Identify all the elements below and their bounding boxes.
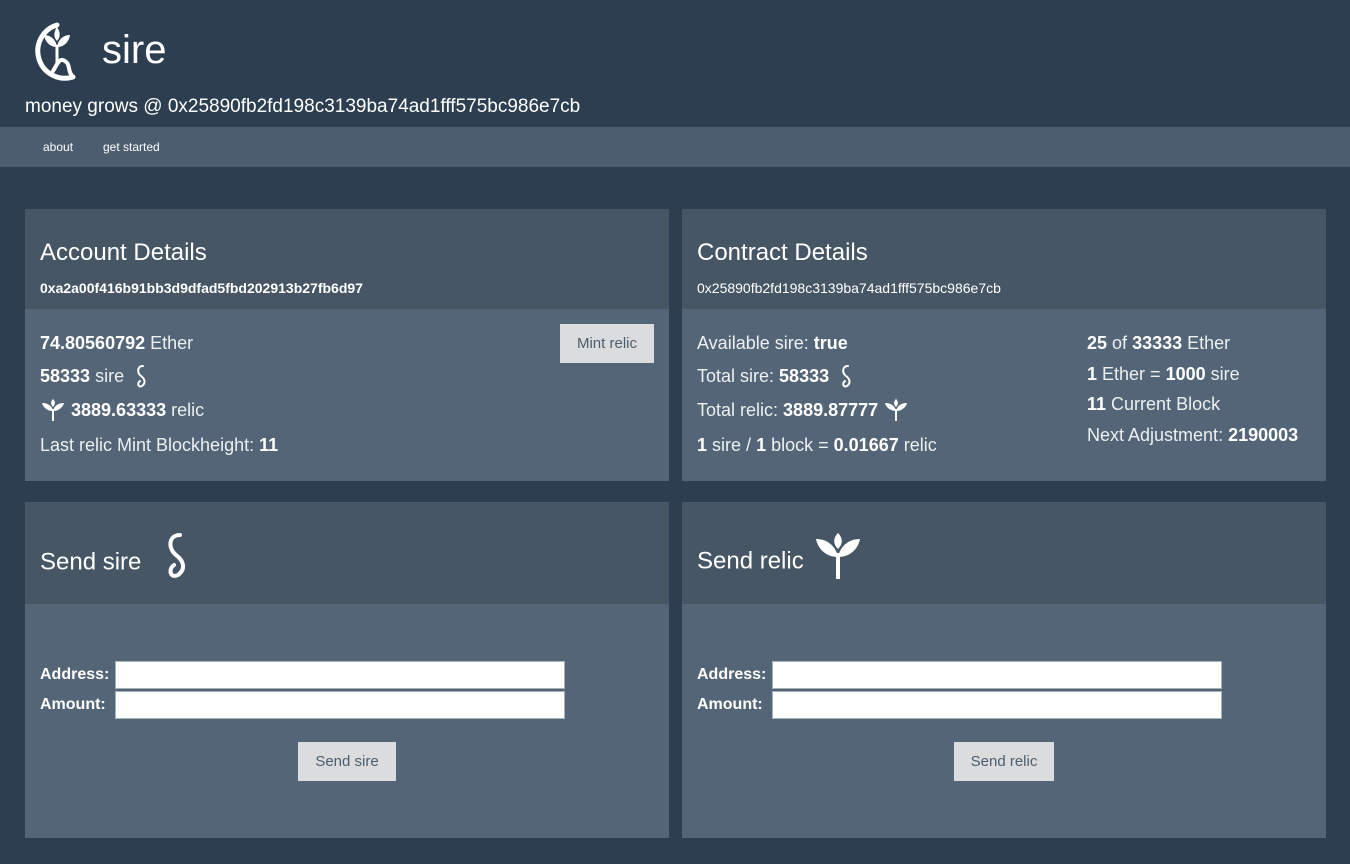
send-relic-address-label: Address: — [697, 666, 767, 683]
contract-details-header: Contract Details 0x25890fb2fd198c3139ba7… — [682, 209, 1326, 309]
last-mint-label: Last relic Mint Blockheight: — [40, 435, 255, 455]
nav-get-started[interactable]: get started — [103, 140, 160, 154]
send-sire-address-input[interactable] — [115, 661, 565, 689]
contract-current-block: 11 Current Block — [1087, 393, 1220, 415]
send-relic-amount-label: Amount: — [697, 696, 763, 713]
raised-value: 25 — [1087, 333, 1108, 353]
send-relic-button[interactable]: Send relic — [954, 742, 1054, 781]
contract-price: 1 Ether = 1000 sire — [1087, 363, 1240, 385]
account-address: 0xa2a00f416b91bb3d9dfad5fbd202913b27fb6d… — [40, 280, 363, 296]
app-title: sire — [102, 28, 167, 72]
next-adjustment-value: 2190003 — [1228, 425, 1299, 445]
header: sire money grows @ 0x25890fb2fd198c3139b… — [0, 0, 1350, 127]
price-sire-n: 1000 — [1165, 364, 1206, 384]
total-relic-label: Total relic: — [697, 400, 779, 420]
nav-bar: about get started — [0, 127, 1350, 167]
available-value: true — [813, 333, 848, 353]
price-ether-n: 1 — [1087, 364, 1098, 384]
price-sire-t: sire — [1210, 364, 1240, 384]
send-relic-amount-input[interactable] — [772, 691, 1222, 719]
account-ether-unit: Ether — [150, 333, 194, 353]
send-sire-button[interactable]: Send sire — [298, 742, 396, 781]
rate-sire-n: 1 — [697, 435, 708, 455]
send-sire-title-text: Send sire — [40, 548, 142, 576]
serpent-icon — [137, 365, 146, 388]
account-details-header: Account Details 0xa2a00f416b91bb3d9dfad5… — [25, 209, 669, 309]
send-relic-header: Send relic — [682, 502, 1326, 604]
sprout-icon — [885, 399, 908, 422]
sprout-icon — [816, 533, 861, 579]
price-ether-t: Ether = — [1102, 364, 1161, 384]
contract-available: Available sire: true — [697, 332, 848, 354]
rate-block-n: 1 — [756, 435, 767, 455]
send-relic-address-input[interactable] — [772, 661, 1222, 689]
next-adjustment-label: Next Adjustment: — [1087, 425, 1224, 445]
send-sire-panel: Send sire Address: Amount: Send sire — [25, 502, 669, 838]
contract-total-relic: Total relic: 3889.87777 — [697, 399, 909, 423]
serpent-icon — [168, 533, 186, 578]
rate-sire-t: sire / — [712, 435, 752, 455]
contract-address: 0x25890fb2fd198c3139ba74ad1fff575bc986e7… — [697, 280, 1001, 296]
send-sire-address-label: Address: — [40, 666, 110, 683]
account-ether-value: 74.80560792 — [40, 333, 146, 353]
account-details-panel: Account Details 0xa2a00f416b91bb3d9dfad5… — [25, 209, 669, 481]
mint-relic-button[interactable]: Mint relic — [560, 324, 654, 363]
contract-next-adjustment: Next Adjustment: 2190003 — [1087, 424, 1298, 446]
account-sire-value: 58333 — [40, 365, 91, 386]
sprout-icon — [42, 399, 64, 422]
account-relic: 3889.63333 relic — [40, 399, 204, 423]
available-label: Available sire: — [697, 333, 809, 353]
last-mint-value: 11 — [259, 435, 279, 455]
nav-about[interactable]: about — [43, 140, 73, 154]
cap-value: 33333 — [1132, 333, 1183, 353]
contract-details-panel: Contract Details 0x25890fb2fd198c3139ba7… — [682, 209, 1326, 481]
total-sire-label: Total sire: — [697, 365, 775, 386]
cap-unit: Ether — [1187, 333, 1231, 353]
account-details-title: Account Details — [40, 239, 207, 266]
account-relic-value: 3889.63333 — [71, 400, 167, 420]
current-block-value: 11 — [1087, 394, 1107, 414]
tagline: money grows @ 0x25890fb2fd198c3139ba74ad… — [25, 96, 581, 117]
account-relic-unit: relic — [171, 400, 205, 420]
send-sire-header: Send sire — [25, 502, 669, 604]
send-relic-panel: Send relic Address: Amount: Send relic — [682, 502, 1326, 838]
contract-raised: 25 of 33333 Ether — [1087, 332, 1230, 354]
total-sire-value: 58333 — [779, 365, 830, 386]
account-last-mint: Last relic Mint Blockheight: 11 — [40, 434, 278, 456]
current-block-label: Current Block — [1111, 394, 1221, 414]
send-relic-title-text: Send relic — [697, 547, 804, 575]
send-sire-amount-input[interactable] — [115, 691, 565, 719]
contract-total-sire: Total sire: 58333 — [697, 364, 858, 390]
rate-relic-t: relic — [903, 435, 937, 455]
contract-details-title: Contract Details — [697, 239, 868, 266]
account-ether: 74.80560792 Ether — [40, 332, 193, 354]
rate-block-t: block = — [771, 435, 829, 455]
raised-of: of — [1112, 333, 1128, 353]
account-sire: 58333 sire — [40, 364, 153, 390]
send-sire-title: Send sire — [40, 533, 194, 583]
rate-relic-n: 0.01667 — [833, 435, 899, 455]
send-sire-amount-label: Amount: — [40, 696, 106, 713]
contract-rate: 1 sire / 1 block = 0.01667 relic — [697, 434, 937, 456]
total-relic-value: 3889.87777 — [783, 400, 879, 420]
serpent-icon — [842, 365, 851, 388]
send-relic-title: Send relic — [697, 533, 862, 581]
logo-icon — [35, 22, 76, 81]
account-sire-unit: sire — [95, 365, 125, 386]
